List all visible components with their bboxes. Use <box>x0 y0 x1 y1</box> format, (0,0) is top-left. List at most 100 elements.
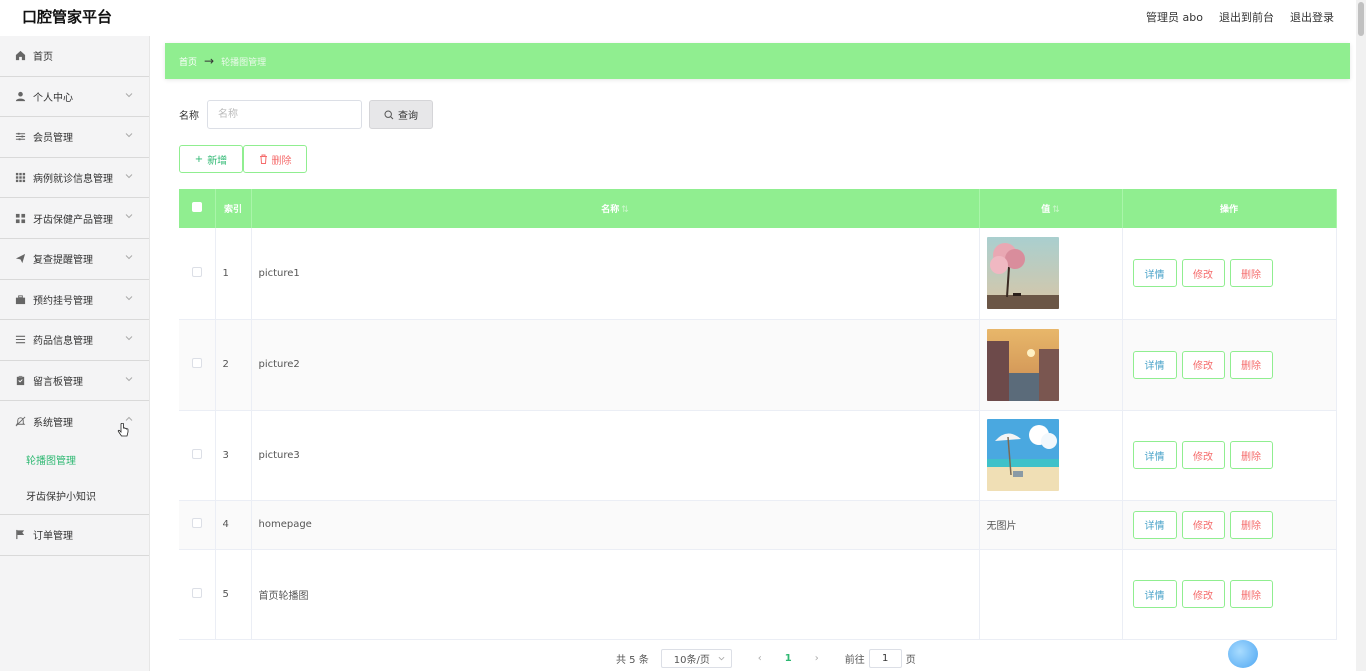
sort-icon[interactable]: ⇅ <box>621 205 629 215</box>
delete-button[interactable]: 删除 <box>1229 259 1273 288</box>
detail-button[interactable]: 详情 <box>1132 510 1177 539</box>
row-name: picture3 <box>251 410 980 501</box>
goto-page-input[interactable] <box>868 649 902 668</box>
search-input[interactable] <box>207 100 362 129</box>
sidebar-item-home[interactable]: 首页 <box>0 36 149 77</box>
carousel-table: 索引 名称 ⇅ 值 ⇅ 操作 1 picture1 详情 修改 删除 2 pic… <box>179 189 1337 640</box>
query-button[interactable]: 查询 <box>369 100 433 129</box>
chevron-down-icon <box>125 173 133 178</box>
page-scrollbar[interactable] <box>1356 0 1366 671</box>
bulk-actions: + 新增 删除 <box>179 145 307 173</box>
edit-button[interactable]: 修改 <box>1181 259 1225 288</box>
sidebar-item-recheck-reminder[interactable]: 复查提醒管理 <box>0 239 149 280</box>
detail-button[interactable]: 详情 <box>1132 259 1177 288</box>
add-button[interactable]: + 新增 <box>179 145 243 173</box>
delete-button[interactable]: 删除 <box>1229 441 1273 469</box>
sidebar-item-message-board[interactable]: 留言板管理 <box>0 361 149 402</box>
sidebar-item-dental-products[interactable]: 牙齿保健产品管理 <box>0 198 149 239</box>
prev-page-button[interactable]: ‹ <box>753 653 767 664</box>
edit-button[interactable]: 修改 <box>1181 441 1225 469</box>
select-all-cell <box>179 189 216 228</box>
sidebar-item-medical-records[interactable]: 病例就诊信息管理 <box>0 158 149 199</box>
row-checkbox[interactable] <box>191 266 202 277</box>
breadcrumb-home[interactable]: 首页 <box>179 55 197 68</box>
sidebar-item-label: 留言板管理 <box>33 377 83 389</box>
page-number-1[interactable]: 1 <box>785 653 792 664</box>
row-actions: 详情 修改 删除 <box>1130 350 1329 379</box>
sidebar-item-label: 复查提醒管理 <box>33 255 93 267</box>
home-icon <box>14 50 26 62</box>
sidebar-item-label: 会员管理 <box>33 133 73 145</box>
chevron-down-icon <box>125 376 133 381</box>
clipboard-icon <box>14 375 26 387</box>
delete-button[interactable]: 删除 <box>1229 580 1273 608</box>
row-index: 5 <box>215 549 252 640</box>
apps-icon <box>14 212 26 224</box>
total-count: 共 5 条 <box>616 655 649 666</box>
sidebar-item-personal-center[interactable]: 个人中心 <box>0 77 149 118</box>
row-actions: 详情 修改 删除 <box>1130 259 1329 288</box>
row-name: picture2 <box>251 319 980 411</box>
bell-off-icon <box>14 416 26 428</box>
row-index: 4 <box>215 500 252 550</box>
delete-button[interactable]: 删除 <box>1229 510 1273 539</box>
carousel-thumbnail-canal-town[interactable] <box>986 328 1059 401</box>
row-name: homepage <box>251 500 980 550</box>
main-content: 名称 查询 + 新增 删除 索引 名称⇅ 值⇅ 操作 <box>165 86 1350 671</box>
delete-button[interactable]: 删除 <box>1229 350 1273 379</box>
header-value[interactable]: 值 ⇅ <box>979 189 1123 228</box>
sidebar-item-orders[interactable]: 订单管理 <box>0 515 149 556</box>
sidebar-item-appointment[interactable]: 预约挂号管理 <box>0 280 149 321</box>
page-size-value: 10条/页 <box>673 655 710 666</box>
carousel-thumbnail-beach-umbrella[interactable] <box>986 419 1059 491</box>
header-name[interactable]: 名称 ⇅ <box>251 189 980 228</box>
sidebar-subitem-carousel[interactable]: 轮播图管理 <box>0 442 149 478</box>
detail-button[interactable]: 详情 <box>1132 441 1177 469</box>
chevron-down-icon <box>125 214 133 219</box>
edit-button[interactable]: 修改 <box>1181 510 1225 539</box>
exit-to-frontend-link[interactable]: 退出到前台 <box>1219 9 1274 25</box>
batch-delete-button[interactable]: 删除 <box>243 145 307 173</box>
row-checkbox[interactable] <box>191 448 202 459</box>
next-page-button[interactable]: › <box>810 653 824 664</box>
batch-delete-label: 删除 <box>271 155 292 167</box>
header-actions: 管理员 abo 退出到前台 退出登录 <box>1146 9 1334 25</box>
grid-icon <box>14 172 26 184</box>
row-value <box>979 228 1123 320</box>
scrollbar-thumb[interactable] <box>1358 2 1364 36</box>
row-value <box>979 410 1123 501</box>
chevron-down-icon <box>125 336 133 341</box>
logout-link[interactable]: 退出登录 <box>1290 9 1334 25</box>
row-checkbox[interactable] <box>191 518 202 528</box>
chevron-down-icon <box>125 133 133 138</box>
sidebar-item-label: 系统管理 <box>33 418 73 430</box>
sidebar-item-medicine-info[interactable]: 药品信息管理 <box>0 320 149 361</box>
row-index: 2 <box>215 319 252 411</box>
row-checkbox[interactable] <box>191 587 202 598</box>
chevron-down-icon <box>125 295 133 300</box>
sidebar-item-member-management[interactable]: 会员管理 <box>0 117 149 158</box>
detail-button[interactable]: 详情 <box>1132 580 1177 608</box>
breadcrumb: 首页 → 轮播图管理 <box>165 43 1350 79</box>
row-name: 首页轮播图 <box>251 549 980 640</box>
page-size-select[interactable]: 10条/页 <box>660 649 732 668</box>
table-row: 1 picture1 详情 修改 删除 <box>179 228 1337 320</box>
pagination: 共 5 条 10条/页 ‹ 1 › 前往 页 <box>616 649 916 668</box>
table-header-row: 索引 名称 ⇅ 值 ⇅ 操作 <box>179 189 1337 228</box>
sort-icon[interactable]: ⇅ <box>1052 205 1060 215</box>
sidebar-item-label: 预约挂号管理 <box>33 295 93 307</box>
edit-button[interactable]: 修改 <box>1181 350 1225 379</box>
select-all-checkbox[interactable] <box>191 202 202 212</box>
trash-icon <box>259 154 267 164</box>
detail-button[interactable]: 详情 <box>1132 350 1177 379</box>
row-actions: 详情 修改 删除 <box>1130 510 1329 539</box>
edit-button[interactable]: 修改 <box>1181 580 1225 608</box>
breadcrumb-arrow-icon: → <box>204 54 215 68</box>
top-header: 口腔管家平台 管理员 abo 退出到前台 退出登录 <box>0 0 1356 33</box>
header-ops: 操作 <box>1122 189 1337 228</box>
floating-assistant-icon[interactable] <box>1228 640 1258 668</box>
header-index: 索引 <box>215 189 252 228</box>
row-checkbox[interactable] <box>191 358 202 368</box>
carousel-thumbnail-tree-bench[interactable] <box>986 237 1059 310</box>
sidebar-subitem-dental-knowledge[interactable]: 牙齿保护小知识 <box>0 478 149 514</box>
